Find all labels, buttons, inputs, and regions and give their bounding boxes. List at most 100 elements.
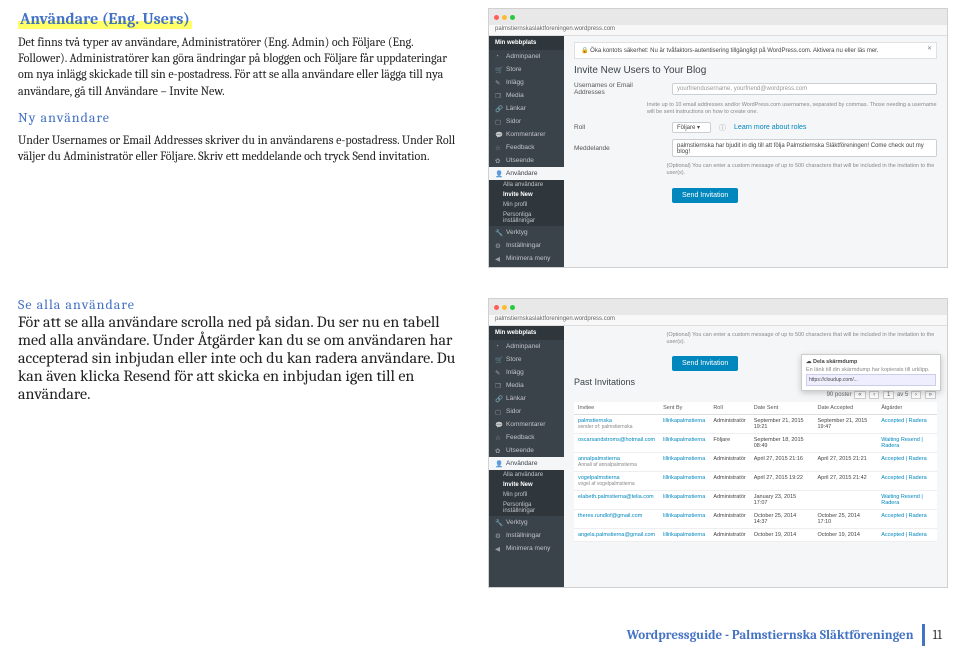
cell-invitee: palmstiernskasender of: palmstiernska	[574, 415, 659, 434]
cell-sentby: lillrikapalmstierna	[659, 529, 709, 542]
share-desc: En länk till din skärmdump har kopierats…	[806, 367, 936, 374]
cell-date-accepted: October 25, 2014 17:10	[813, 510, 877, 529]
textarea-message[interactable]: palmstiernska har bjudit in dig till att…	[672, 139, 937, 157]
browser-chrome	[489, 299, 947, 315]
sidebar-item-appearance[interactable]: ✿Utseende	[489, 154, 564, 167]
gauge-icon: ◔	[495, 53, 502, 60]
sidebar-sub-profile[interactable]: Min profil	[489, 490, 564, 500]
pager-prev[interactable]: ‹	[869, 391, 879, 399]
sidebar-item-media[interactable]: ❐Media	[489, 89, 564, 102]
feedback-icon: ☆	[495, 434, 502, 441]
sidebar-item-settings[interactable]: ⚙Inställningar	[489, 239, 564, 252]
sidebar-collapse[interactable]: ◀Minimera meny	[489, 252, 564, 265]
sidebar-item-feedback[interactable]: ☆Feedback	[489, 431, 564, 444]
sidebar-sub-invitenew[interactable]: Invite New	[489, 190, 564, 200]
select-role[interactable]: Följare ▾	[672, 122, 711, 133]
sidebar-site-title[interactable]: Min webbplats	[489, 326, 564, 340]
send-invitation-button[interactable]: Send Invitation	[672, 188, 738, 203]
wp-sidebar: Min webbplats ◔Adminpanel 🛒Store ✎Inlägg…	[489, 326, 564, 587]
label-message: Meddelande	[574, 145, 664, 152]
sidebar-item-comments[interactable]: 💬Kommentarer	[489, 418, 564, 431]
comment-icon: 💬	[495, 421, 502, 428]
brush-icon: ✿	[495, 447, 502, 454]
cart-icon: 🛒	[495, 66, 502, 73]
cell-actions[interactable]: Accepted | Radera	[877, 529, 937, 542]
sidebar-item-media[interactable]: ❐Media	[489, 379, 564, 392]
sidebar-item-comments[interactable]: 💬Kommentarer	[489, 128, 564, 141]
sidebar-item-adminpanel[interactable]: ◔Adminpanel	[489, 50, 564, 63]
link-roles[interactable]: Learn more about roles	[734, 124, 806, 131]
th-sentby[interactable]: Sent By	[659, 402, 709, 415]
sidebar-item-settings[interactable]: ⚙Inställningar	[489, 529, 564, 542]
sidebar-item-tools[interactable]: 🔧Verktyg	[489, 226, 564, 239]
cell-actions[interactable]: Waiting Resend | Radera	[877, 491, 937, 510]
label-usernames: Usernames or Email Addresses	[574, 82, 664, 96]
send-invitation-button[interactable]: Send Invitation	[672, 356, 738, 371]
pager-last[interactable]: »	[925, 391, 936, 399]
pager-current[interactable]: 1	[883, 391, 894, 399]
chevron-down-icon: ▾	[697, 125, 700, 131]
sidebar-item-links[interactable]: 🔗Länkar	[489, 392, 564, 405]
max-dot-icon[interactable]	[510, 305, 515, 310]
pager-first[interactable]: «	[854, 391, 865, 399]
min-dot-icon[interactable]	[502, 305, 507, 310]
sidebar-item-posts[interactable]: ✎Inlägg	[489, 366, 564, 379]
sidebar-item-pages[interactable]: ▢Sidor	[489, 115, 564, 128]
sidebar-sub-allusers[interactable]: Alla användare	[489, 180, 564, 190]
cell-role: Administratör	[709, 453, 749, 472]
sidebar-item-appearance[interactable]: ✿Utseende	[489, 444, 564, 457]
cell-role: Administratör	[709, 415, 749, 434]
th-actions: Åtgärder	[877, 402, 937, 415]
sidebar-item-feedback[interactable]: ☆Feedback	[489, 141, 564, 154]
collapse-icon: ◀	[495, 545, 502, 552]
subheading-all-users: Se alla användare	[18, 296, 458, 313]
cell-sentby: lillrikapalmstierna	[659, 491, 709, 510]
close-dot-icon[interactable]	[494, 15, 499, 20]
cell-date-accepted	[813, 434, 877, 453]
sidebar-site-title[interactable]: Min webbplats	[489, 36, 564, 50]
cell-role: Administratör	[709, 510, 749, 529]
sidebar-item-users[interactable]: 👤Användare	[489, 457, 564, 470]
cell-role: Följare	[709, 434, 749, 453]
cell-invitee: angela.palmstierna@gmail.com	[574, 529, 659, 542]
share-url[interactable]: https://cloudup.com/...	[806, 374, 936, 386]
cell-actions[interactable]: Accepted | Radera	[877, 415, 937, 434]
sidebar-item-adminpanel[interactable]: ◔Adminpanel	[489, 340, 564, 353]
cell-date-sent: September 18, 2015 08:49	[750, 434, 814, 453]
min-dot-icon[interactable]	[502, 15, 507, 20]
sidebar-item-posts[interactable]: ✎Inlägg	[489, 76, 564, 89]
cell-date-sent: January 23, 2015 17:07	[750, 491, 814, 510]
table-row: angela.palmstierna@gmail.comlillrikapalm…	[574, 529, 937, 542]
cell-actions[interactable]: Accepted | Radera	[877, 510, 937, 529]
sidebar-item-tools[interactable]: 🔧Verktyg	[489, 516, 564, 529]
invitations-table: Invitee Sent By Roll Date Sent Date Acce…	[574, 402, 937, 542]
sidebar-sub-allusers[interactable]: Alla användare	[489, 470, 564, 480]
page-number: 11	[933, 628, 942, 643]
sidebar-item-pages[interactable]: ▢Sidor	[489, 405, 564, 418]
th-date-accepted[interactable]: Date Accepted	[813, 402, 877, 415]
th-role[interactable]: Roll	[709, 402, 749, 415]
sidebar-item-users[interactable]: 👤Användare	[489, 167, 564, 180]
sidebar-sub-invitenew[interactable]: Invite New	[489, 480, 564, 490]
footer-text: Wordpressguide - Palmstiernska Släktföre…	[627, 628, 914, 643]
sidebar-sub-settings[interactable]: Personliga inställningar	[489, 500, 564, 516]
sidebar-sub-settings[interactable]: Personliga inställningar	[489, 210, 564, 226]
sidebar-item-store[interactable]: 🛒Store	[489, 353, 564, 366]
th-date-sent[interactable]: Date Sent	[750, 402, 814, 415]
cell-date-accepted: October 19, 2014	[813, 529, 877, 542]
close-dot-icon[interactable]	[494, 305, 499, 310]
sidebar-collapse[interactable]: ◀Minimera meny	[489, 542, 564, 555]
input-usernames[interactable]: yourfriendusername, yourfriend@wordpress…	[672, 83, 937, 95]
th-invitee[interactable]: Invitee	[574, 402, 659, 415]
pager-next[interactable]: ›	[911, 391, 921, 399]
close-icon[interactable]: ✕	[927, 45, 932, 52]
sidebar-item-store[interactable]: 🛒Store	[489, 63, 564, 76]
sidebar-item-links[interactable]: 🔗Länkar	[489, 102, 564, 115]
cell-actions[interactable]: Accepted | Radera	[877, 453, 937, 472]
cell-actions[interactable]: Waiting Resend | Radera	[877, 434, 937, 453]
sidebar-sub-profile[interactable]: Min profil	[489, 200, 564, 210]
hint-message: (Optional) You can enter a custom messag…	[667, 163, 937, 177]
cell-actions[interactable]: Accepted | Radera	[877, 472, 937, 491]
max-dot-icon[interactable]	[510, 15, 515, 20]
screenshot-past-invitations: palmstiernskaslaktforeningen.wordpress.c…	[488, 298, 948, 588]
